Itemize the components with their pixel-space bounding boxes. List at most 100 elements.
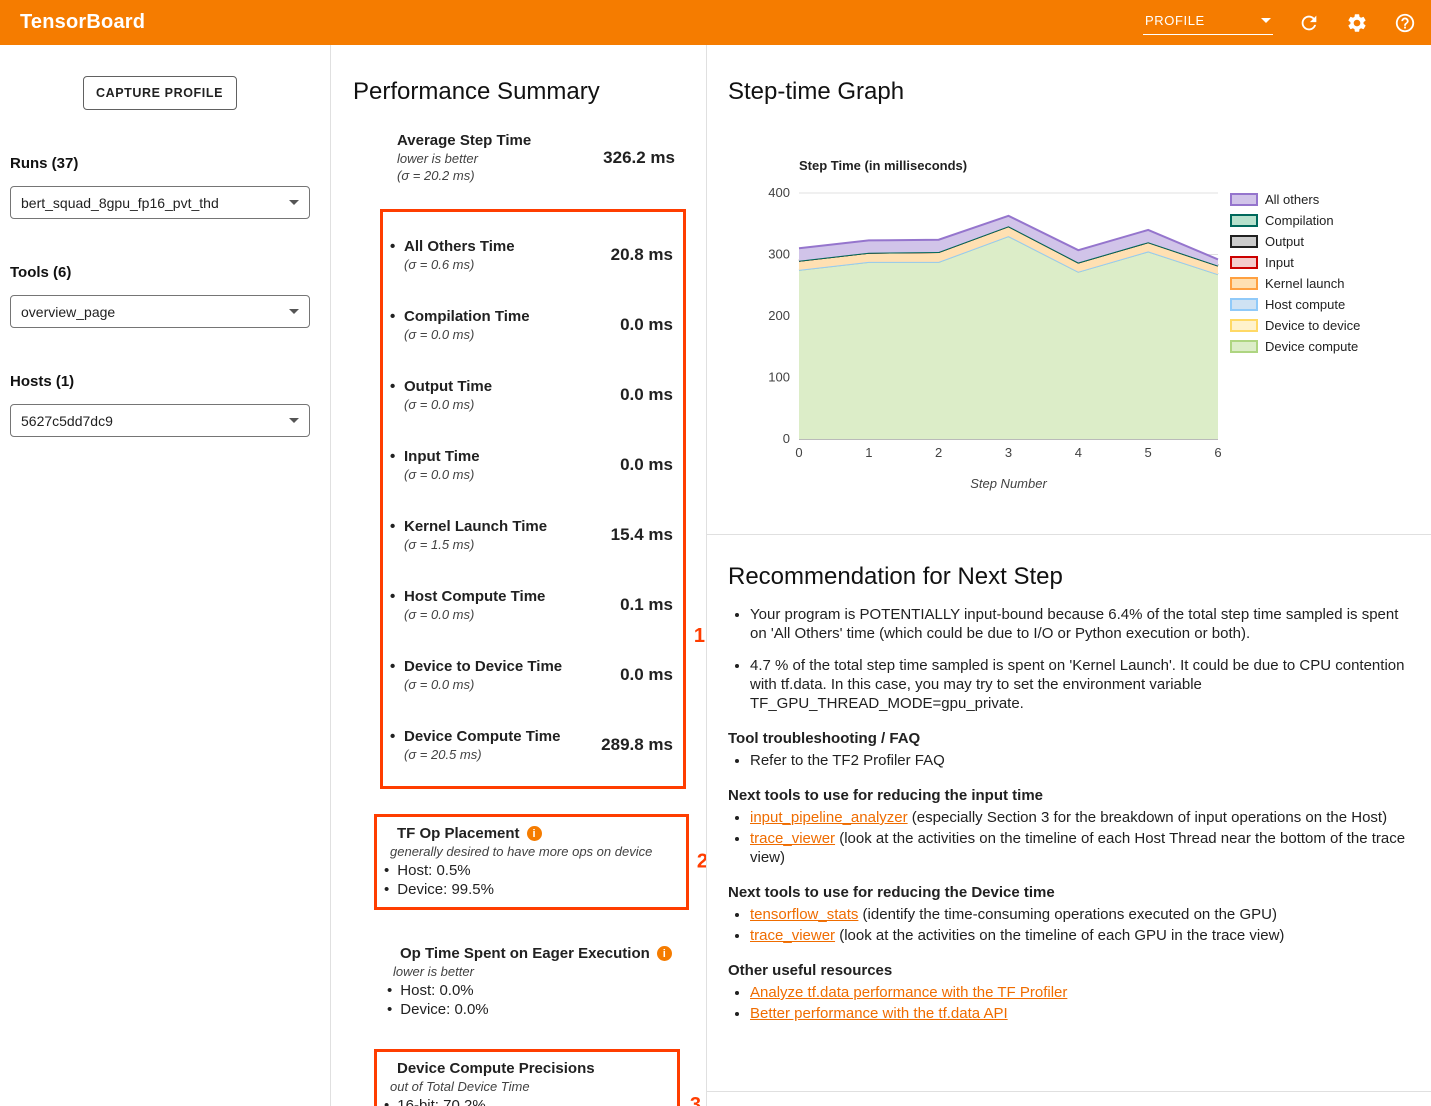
chevron-down-icon <box>289 309 299 314</box>
svg-text:4: 4 <box>1075 445 1082 460</box>
average-step-time-note: lower is better <box>397 151 531 166</box>
tf-op-items: Host: 0.5%Device: 99.5% <box>382 861 678 899</box>
svg-text:200: 200 <box>768 308 790 323</box>
breakdown-row: Host Compute Time(σ = 0.0 ms)0.1 ms <box>390 570 673 640</box>
link-analyze-tf-data-performance-with-the-tf-profiler[interactable]: Analyze tf.data performance with the TF … <box>750 984 1067 1001</box>
legend-entry: All others <box>1231 192 1320 207</box>
svg-text:Step Number: Step Number <box>970 476 1047 491</box>
info-icon[interactable] <box>657 946 672 961</box>
recommendation-title: Recommendation for Next Step <box>728 563 1407 591</box>
breakdown-row: Kernel Launch Time(σ = 1.5 ms)15.4 ms <box>390 500 673 570</box>
dashboard-select-value: PROFILE <box>1145 13 1205 28</box>
runs-select-value: bert_squad_8gpu_fp16_pvt_thd <box>21 195 219 211</box>
breakdown-row: All Others Time(σ = 0.6 ms)20.8 ms <box>390 220 673 290</box>
annotation-number-1: 1 <box>694 625 705 648</box>
recommendation-bullet: 4.7 % of the total step time sampled is … <box>750 656 1407 713</box>
svg-text:All others: All others <box>1265 192 1320 207</box>
recommendation-item: Better performance with the tf.data API <box>750 1004 1407 1023</box>
svg-text:Input: Input <box>1265 255 1294 270</box>
step-time-chart-svg: 01002003004000123456Step Time (in millis… <box>728 114 1431 514</box>
reload-icon[interactable] <box>1297 11 1321 35</box>
recommendation-section-heading: Tool troubleshooting / FAQ <box>728 730 1407 747</box>
legend-entry: Device compute <box>1231 339 1358 354</box>
recommendation-section-list: input_pipeline_analyzer (especially Sect… <box>750 808 1407 867</box>
chevron-down-icon <box>289 418 299 423</box>
svg-text:Kernel launch: Kernel launch <box>1265 276 1345 291</box>
svg-text:100: 100 <box>768 370 790 385</box>
recommendation-text: (especially Section 3 for the breakdown … <box>908 809 1387 826</box>
legend-entry: Compilation <box>1231 213 1334 228</box>
header-toolbar: PROFILE <box>1143 10 1417 35</box>
recommendation-text: (look at the activities on the timeline … <box>835 927 1284 944</box>
svg-text:Step Time (in milliseconds): Step Time (in milliseconds) <box>799 158 967 173</box>
legend-entry: Input <box>1231 255 1294 270</box>
recommendation-text: (look at the activities on the timeline … <box>750 830 1405 866</box>
recommendation-text: (identify the time-consuming operations … <box>858 906 1277 923</box>
recommendation-bullet: Your program is POTENTIALLY input-bound … <box>750 605 1407 643</box>
link-trace-viewer[interactable]: trace_viewer <box>750 927 835 944</box>
annotation-number-3: 3 <box>690 1094 701 1106</box>
svg-text:6: 6 <box>1214 445 1221 460</box>
link-trace-viewer[interactable]: trace_viewer <box>750 830 835 847</box>
stat-item: Host: 0.0% <box>385 981 680 1000</box>
eager-execution-block: Op Time Spent on Eager Execution lower i… <box>380 945 680 1019</box>
link-tensorflow-stats[interactable]: tensorflow_stats <box>750 906 858 923</box>
recommendation-sections: Tool troubleshooting / FAQ Refer to the T… <box>728 730 1407 1023</box>
info-icon[interactable] <box>527 826 542 841</box>
link-better-performance-with-the-tf-data-api[interactable]: Better performance with the tf.data API <box>750 1005 1008 1022</box>
svg-text:Device compute: Device compute <box>1265 339 1358 354</box>
recommendation-item: Analyze tf.data performance with the TF … <box>750 983 1407 1002</box>
capture-profile-button[interactable]: CAPTURE PROFILE <box>83 76 237 110</box>
runs-select[interactable]: bert_squad_8gpu_fp16_pvt_thd <box>10 186 310 219</box>
breakdown-row: Compilation Time(σ = 0.0 ms)0.0 ms <box>390 290 673 360</box>
app-header: TensorBoard PROFILE <box>0 0 1431 45</box>
recommendation-item: input_pipeline_analyzer (especially Sect… <box>750 808 1407 827</box>
recommendation-item: trace_viewer (look at the activities on … <box>750 926 1407 945</box>
stat-item: Host: 0.5% <box>382 861 678 880</box>
breakdown-row: Input Time(σ = 0.0 ms)0.0 ms <box>390 430 673 500</box>
tools-select[interactable]: overview_page <box>10 295 310 328</box>
step-time-graph-title: Step-time Graph <box>728 78 1431 106</box>
average-step-time-value: 326.2 ms <box>603 148 675 168</box>
performance-summary-title: Performance Summary <box>353 78 706 106</box>
sidebar: CAPTURE PROFILE Runs (37) bert_squad_8gp… <box>0 45 331 1106</box>
recommendation-item: tensorflow_stats (identify the time-cons… <box>750 905 1407 924</box>
chevron-down-icon <box>289 200 299 205</box>
recommendation-section-heading: Next tools to use for reducing the input… <box>728 787 1407 804</box>
recommendation-item: Refer to the TF2 Profiler FAQ <box>750 751 1407 770</box>
annotation-box-tf-op-placement: TF Op Placement generally desired to hav… <box>374 814 689 910</box>
stat-item: Device: 0.0% <box>385 1000 680 1019</box>
recommendation-bullets: Your program is POTENTIALLY input-bound … <box>750 605 1407 713</box>
svg-text:Output: Output <box>1265 234 1304 249</box>
tools-select-value: overview_page <box>21 304 115 320</box>
eager-items: Host: 0.0%Device: 0.0% <box>385 981 680 1019</box>
svg-text:Compilation: Compilation <box>1265 213 1334 228</box>
stat-item: Device: 99.5% <box>382 880 678 899</box>
legend-entry: Host compute <box>1231 297 1345 312</box>
tools-label: Tools (6) <box>10 264 309 281</box>
svg-text:3: 3 <box>1005 445 1012 460</box>
recommendation-section: Recommendation for Next Step Your progra… <box>707 535 1431 1092</box>
help-icon[interactable] <box>1393 11 1417 35</box>
tf-op-placement-note: generally desired to have more ops on de… <box>390 844 678 859</box>
svg-text:Host compute: Host compute <box>1265 297 1345 312</box>
hosts-select-value: 5627c5dd7dc9 <box>21 413 113 429</box>
settings-gear-icon[interactable] <box>1345 11 1369 35</box>
step-time-chart[interactable]: 01002003004000123456Step Time (in millis… <box>728 114 1431 519</box>
recommendation-section-heading: Other useful resources <box>728 962 1407 979</box>
eager-note: lower is better <box>393 964 680 979</box>
dashboard-select[interactable]: PROFILE <box>1143 10 1273 35</box>
step-time-graph-section: Step-time Graph 01002003004000123456Step… <box>707 45 1431 535</box>
link-input-pipeline-analyzer[interactable]: input_pipeline_analyzer <box>750 809 908 826</box>
svg-text:5: 5 <box>1145 445 1152 460</box>
precisions-note: out of Total Device Time <box>390 1079 669 1094</box>
hosts-select[interactable]: 5627c5dd7dc9 <box>10 404 310 437</box>
precisions-title: Device Compute Precisions <box>397 1060 595 1077</box>
average-step-time-sigma: (σ = 20.2 ms) <box>397 168 531 183</box>
annotation-box-breakdown: All Others Time(σ = 0.6 ms)20.8 msCompil… <box>380 209 686 789</box>
annotation-box-precisions: Device Compute Precisions out of Total D… <box>374 1049 680 1106</box>
performance-summary-panel: Performance Summary Average Step Time lo… <box>331 45 707 1106</box>
svg-text:400: 400 <box>768 185 790 200</box>
chevron-down-icon <box>1261 18 1271 23</box>
recommendation-section-list: Refer to the TF2 Profiler FAQ <box>750 751 1407 770</box>
